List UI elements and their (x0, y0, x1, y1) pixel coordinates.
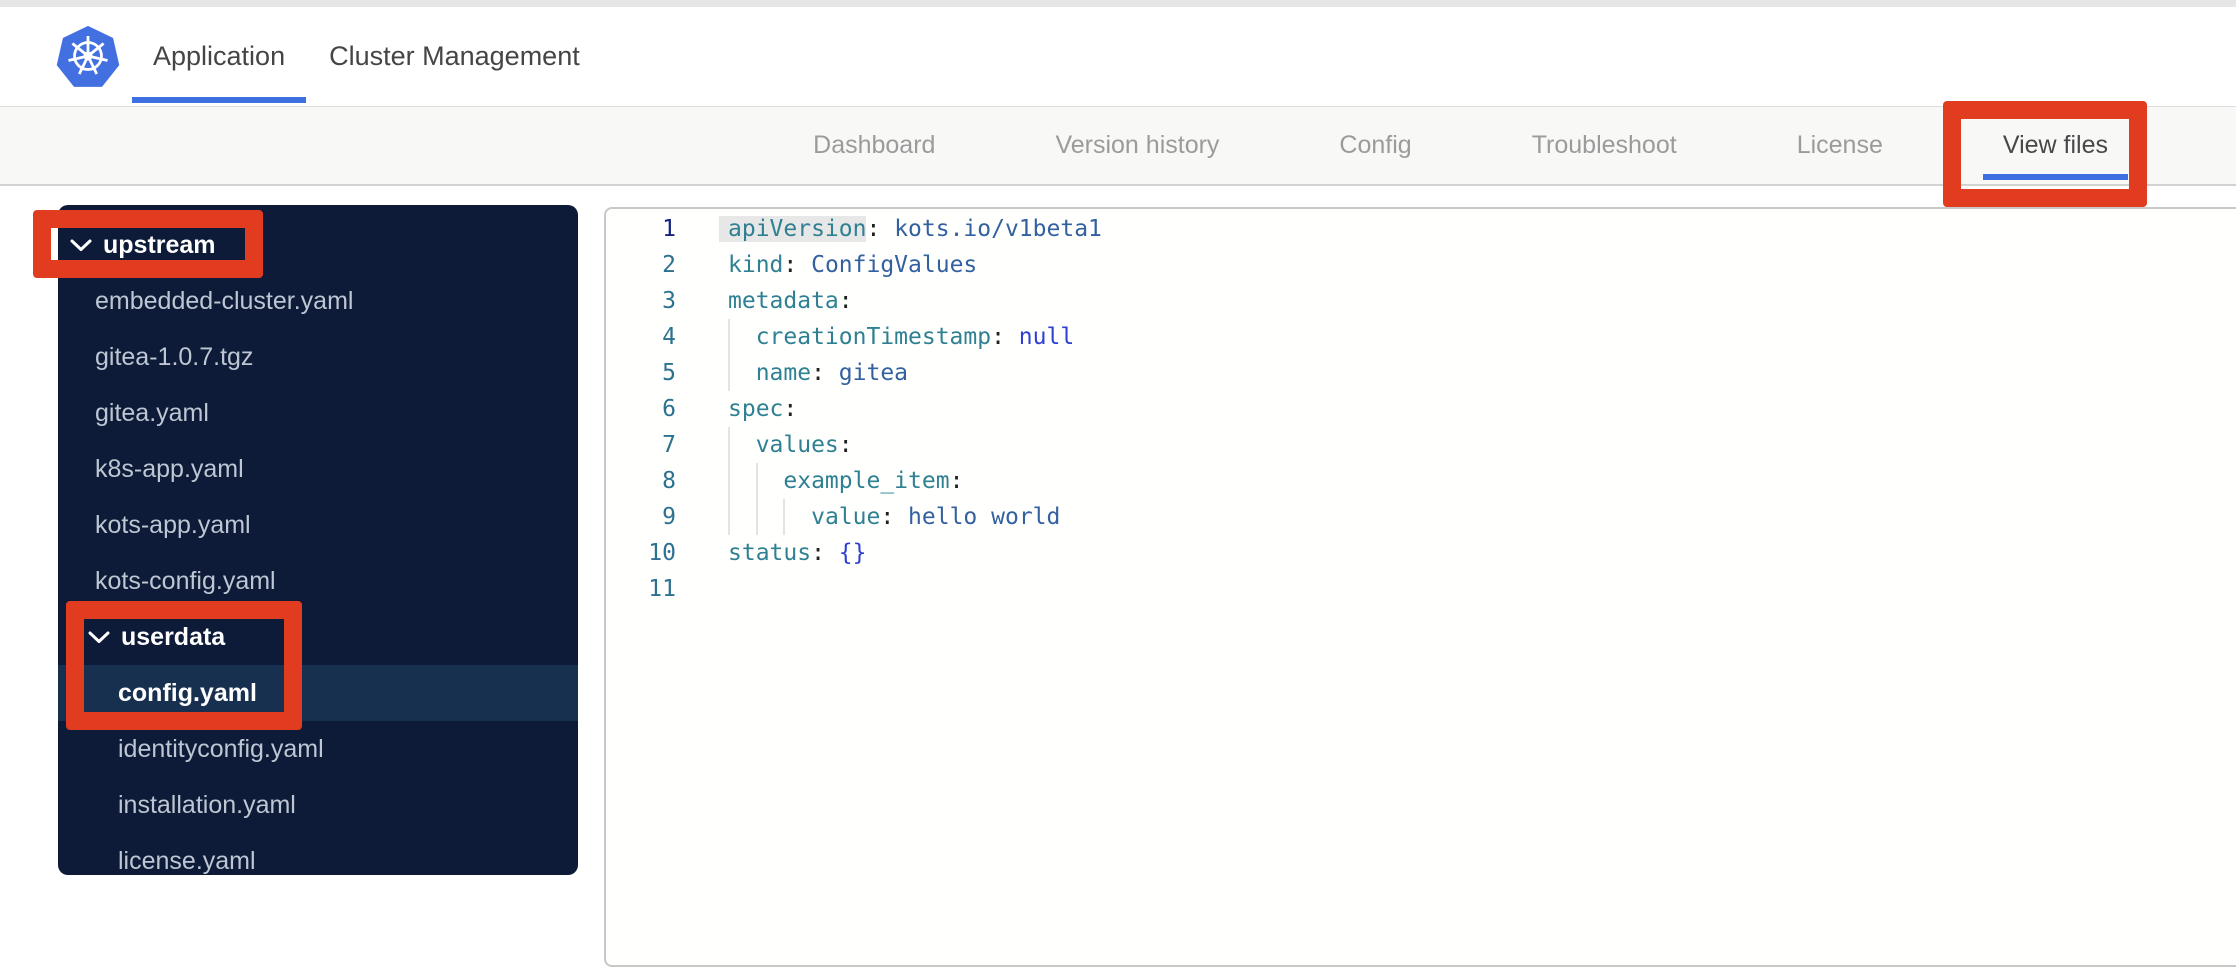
chevron-down-icon (70, 239, 92, 252)
indent-guide (728, 355, 730, 391)
file-kots-app-yaml[interactable]: kots-app.yaml (58, 497, 578, 553)
primary-navbar: Application Cluster Management (0, 7, 2236, 107)
file-label: k8s-app.yaml (95, 454, 244, 483)
file-label: config.yaml (118, 678, 257, 707)
chevron-down-icon (88, 631, 110, 644)
code-line-1: 1 apiVersion: kots.io/v1beta1 (606, 211, 2236, 247)
code-line-10: 10 status: {} (606, 535, 2236, 571)
file-label: gitea-1.0.7.tgz (95, 342, 254, 371)
line-number: 2 (662, 252, 676, 278)
code-line-content: name: gitea (728, 355, 908, 391)
code-line-2: 2 kind: ConfigValues (606, 247, 2236, 283)
tab-license[interactable]: License (1797, 107, 1883, 184)
file-embedded-cluster-yaml[interactable]: embedded-cluster.yaml (58, 273, 578, 329)
code-line-content: value: hello world (728, 499, 1060, 535)
file-config-yaml[interactable]: config.yaml (58, 665, 578, 721)
code-line-content: creationTimestamp: null (728, 319, 1074, 355)
file-label: embedded-cluster.yaml (95, 286, 354, 315)
indent-guide (728, 319, 730, 355)
folder-userdata[interactable]: userdata (58, 609, 578, 665)
code-line-3: 3 metadata: (606, 283, 2236, 319)
code-line-content: spec: (728, 396, 798, 422)
tab-troubleshoot[interactable]: Troubleshoot (1532, 107, 1677, 184)
file-installation-yaml[interactable]: installation.yaml (58, 777, 578, 833)
file-label: gitea.yaml (95, 398, 209, 427)
line-number: 8 (662, 468, 676, 494)
line-number: 5 (662, 360, 676, 386)
code-line-content: values: (728, 427, 853, 463)
file-label: kots-config.yaml (95, 566, 276, 595)
app-section-nav: Dashboard Version history Config Troublesho… (0, 107, 2236, 186)
primary-nav-tabs: Application Cluster Management (132, 7, 601, 106)
code-line-content: example_item: (728, 463, 963, 499)
code-line-content: status: {} (728, 540, 867, 566)
file-kots-config-yaml[interactable]: kots-config.yaml (58, 553, 578, 609)
line-number: 7 (662, 432, 676, 458)
window-top-strip (0, 0, 2236, 7)
code-line-11: 11 (606, 571, 2236, 607)
indent-guide (728, 427, 730, 463)
file-k8s-app-yaml[interactable]: k8s-app.yaml (58, 441, 578, 497)
line-number: 6 (662, 396, 676, 422)
file-gitea-1-0-7-tgz[interactable]: gitea-1.0.7.tgz (58, 329, 578, 385)
code-line-8: 8 example_item: (606, 463, 2236, 499)
folder-label: upstream (103, 230, 216, 259)
code-lines: 1 apiVersion: kots.io/v1beta1 2 kind: Confi… (606, 211, 2236, 607)
folder-upstream[interactable]: upstream (58, 217, 578, 273)
code-line-6: 6 spec: (606, 391, 2236, 427)
code-line-5: 5 name: gitea (606, 355, 2236, 391)
tab-cluster-management[interactable]: Cluster Management (308, 7, 601, 106)
indent-guide (755, 463, 758, 499)
code-editor[interactable]: 1 apiVersion: kots.io/v1beta1 2 kind: Confi… (604, 207, 2236, 967)
line-number: 11 (648, 576, 676, 602)
tab-dashboard[interactable]: Dashboard (813, 107, 935, 184)
tab-application[interactable]: Application (132, 7, 307, 106)
indent-guide (728, 463, 730, 499)
indent-guide (755, 499, 758, 535)
indent-guide (728, 499, 730, 535)
kubernetes-logo-icon (56, 25, 120, 87)
code-line-content: apiVersion: kots.io/v1beta1 (728, 216, 1102, 242)
file-label: license.yaml (118, 846, 256, 875)
tab-config[interactable]: Config (1339, 107, 1411, 184)
code-line-7: 7 values: (606, 427, 2236, 463)
code-line-content: kind: ConfigValues (728, 252, 978, 278)
line-number: 9 (662, 504, 676, 530)
file-label: identityconfig.yaml (118, 734, 324, 763)
code-line-content: metadata: (728, 288, 853, 314)
file-tree-sidebar: upstream embedded-cluster.yaml gitea-1.0.7… (58, 205, 578, 875)
tab-view-files[interactable]: View files (1982, 107, 2129, 184)
tab-version-history[interactable]: Version history (1055, 107, 1219, 184)
indent-guide (783, 499, 786, 535)
file-gitea-yaml[interactable]: gitea.yaml (58, 385, 578, 441)
code-line-9: 9 value: hello world (606, 499, 2236, 535)
line-number: 1 (662, 216, 676, 242)
file-license-yaml[interactable]: license.yaml (58, 833, 578, 875)
folder-label: userdata (121, 622, 226, 651)
line-number: 3 (662, 288, 676, 314)
file-identityconfig-yaml[interactable]: identityconfig.yaml (58, 721, 578, 777)
file-label: kots-app.yaml (95, 510, 251, 539)
line-number: 4 (662, 324, 676, 350)
line-number: 10 (648, 540, 676, 566)
code-line-4: 4 creationTimestamp: null (606, 319, 2236, 355)
file-label: installation.yaml (118, 790, 296, 819)
